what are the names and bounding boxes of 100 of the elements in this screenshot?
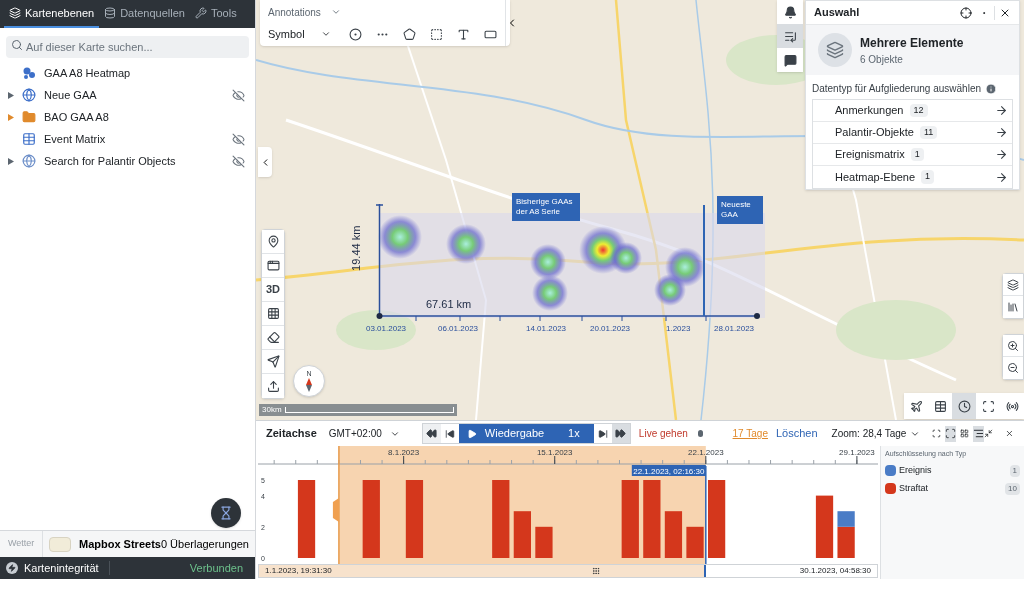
folder-icon (22, 110, 36, 124)
list-button[interactable] (777, 24, 803, 48)
event-bar (686, 526, 704, 558)
layer-item[interactable]: BAO GAA A8 (0, 106, 255, 128)
rewind-button[interactable] (422, 424, 441, 443)
layer-item[interactable]: Neue GAA (0, 84, 255, 106)
count-badge: 12 (909, 103, 928, 118)
focus-icon (945, 428, 957, 439)
selection-count: 6 Objekte (860, 52, 904, 67)
crosshair-icon[interactable] (960, 6, 972, 19)
overlay-count: 0 Überlagerungen (160, 536, 250, 552)
info-icon (985, 82, 997, 95)
plane-button[interactable] (904, 393, 928, 419)
zoom-dropdown[interactable]: Zoom: 28,4 Tage (831, 426, 921, 441)
hidden-icon[interactable] (232, 154, 245, 168)
clock-button[interactable] (952, 393, 976, 419)
symbol-dropdown[interactable]: Symbol (268, 25, 331, 43)
heat-spot (530, 244, 566, 280)
data-type-item[interactable]: Heatmap-Ebene 1 (813, 166, 1012, 188)
collapse-icon[interactable] (984, 427, 994, 440)
range-start-label: 1.1.2023, 19:31:30 (265, 565, 332, 577)
legend-item[interactable]: Ereignis 1 (885, 463, 1020, 478)
hourglass-icon (219, 506, 233, 520)
hidden-icon[interactable] (232, 132, 245, 146)
grid-icon[interactable] (960, 427, 970, 440)
legend-item[interactable]: Straftat 10 (885, 481, 1020, 496)
layer-name: BAO GAA A8 (44, 109, 110, 125)
hidden-icon[interactable] (232, 88, 245, 102)
range-scrollbar[interactable]: 1.1.2023, 19:31:30 30.1.2023, 04:58:30 (258, 564, 878, 578)
panel-title: Auswahl (814, 5, 861, 21)
sidebar-tab[interactable]: Tools (189, 0, 242, 28)
data-type-item[interactable]: Ereignismatrix 1 (813, 144, 1012, 166)
circle-dot-icon[interactable] (348, 27, 362, 41)
layer-name: Neue GAA (44, 87, 98, 103)
speed-button[interactable]: 1x (553, 424, 594, 443)
width-label: 67.61 km (426, 297, 472, 312)
table-button[interactable] (928, 393, 952, 419)
play-button[interactable]: Wiedergabe (458, 424, 554, 443)
layers-icon (1007, 278, 1019, 291)
caret-icon (330, 7, 341, 17)
legend-button[interactable] (973, 425, 985, 442)
data-type-item[interactable]: Anmerkungen 12 (813, 100, 1012, 122)
zoom-in-button[interactable] (1003, 335, 1023, 357)
selection-name: Mehrere Elemente (860, 34, 964, 52)
pin-button[interactable] (262, 230, 284, 254)
date-label: 20.01.2023 (590, 323, 631, 335)
axis-date-label: 15.1.2023 (536, 448, 573, 457)
globe-icon (22, 154, 36, 168)
step-forward-icon (597, 428, 608, 439)
range-start-handle[interactable] (332, 446, 340, 564)
upload-button[interactable] (262, 374, 284, 398)
notification-button[interactable] (777, 0, 803, 24)
clear-button[interactable]: Löschen (775, 425, 818, 442)
data-type-item[interactable]: Palantir-Objekte 11 (813, 122, 1012, 144)
eraser-button[interactable] (262, 326, 284, 350)
layers-button[interactable] (1003, 274, 1023, 296)
database-icon (104, 7, 117, 19)
search-icon (11, 39, 23, 51)
count-badge: 1 (910, 147, 924, 162)
window-button[interactable] (262, 254, 284, 278)
arrow-right-icon (995, 148, 1008, 161)
timezone-dropdown[interactable]: GMT+02:00 (328, 426, 400, 441)
scale-label: 30km (262, 404, 282, 416)
zoom-out-button[interactable] (1003, 357, 1023, 379)
rectangle-icon[interactable] (429, 27, 443, 41)
sidebar-tab[interactable]: Kartenebenen (4, 0, 100, 28)
sidebar-tab[interactable]: Datenquellen (99, 0, 190, 28)
annotations-dropdown[interactable]: Annotations (268, 4, 497, 20)
data-type-label: Heatmap-Ebene (835, 169, 916, 185)
send-icon (266, 355, 280, 368)
table-icon (22, 132, 36, 146)
axis-date-label: 8.1.2023 (388, 448, 420, 457)
callout-label: Neueste GAA (717, 196, 763, 224)
layer-item[interactable]: GAA A8 Heatmap (0, 62, 255, 84)
search-field[interactable]: Auf dieser Karte suchen... (6, 36, 249, 58)
send-button[interactable] (262, 350, 284, 374)
live-link[interactable]: Live gehen (638, 426, 688, 441)
broadcast-icon (1005, 399, 1019, 413)
broadcast-button[interactable] (1000, 393, 1024, 419)
layer-item[interactable]: Event Matrix (0, 128, 255, 150)
basemap-name[interactable]: Mapbox Streets (79, 535, 161, 553)
focus-icon[interactable] (932, 427, 942, 440)
grid-button[interactable] (262, 302, 284, 326)
step-back-icon (444, 428, 455, 439)
height-label: 19.44 km (349, 225, 364, 271)
plane-icon (909, 399, 923, 413)
date-label: 06.01.2023 (438, 323, 479, 335)
comment-button[interactable] (777, 48, 803, 72)
playhead-time-label: 22.1.2023, 02:16:30 (631, 465, 706, 476)
3d-button[interactable]: 3D (262, 278, 284, 302)
list-icon (783, 29, 797, 43)
fit-button[interactable] (945, 425, 957, 442)
timeline-toggle-button[interactable] (211, 498, 241, 528)
focus-button[interactable] (976, 393, 1000, 419)
polygon-icon[interactable] (402, 27, 416, 41)
grid-icon (266, 307, 280, 320)
legend-count: 1 (1009, 464, 1020, 477)
layer-item[interactable]: Search for Palantir Objects (0, 150, 255, 172)
caret-icon (8, 91, 14, 99)
text-icon[interactable] (456, 27, 470, 41)
